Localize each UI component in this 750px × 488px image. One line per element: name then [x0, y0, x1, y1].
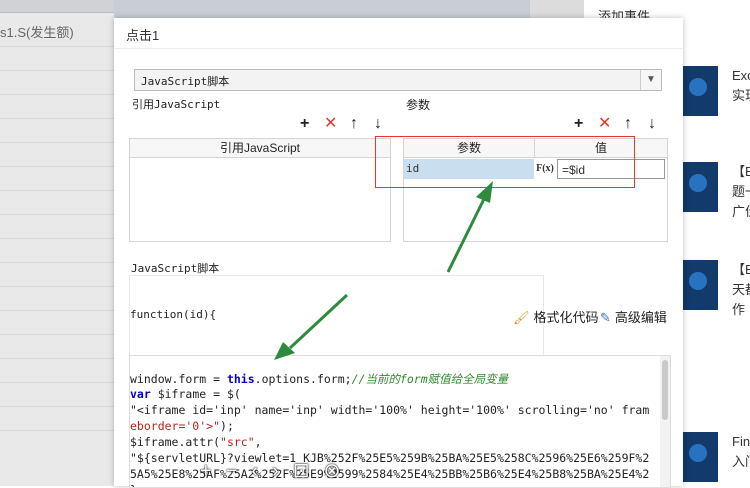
reset-icon[interactable]: ⊡	[293, 460, 324, 482]
arrow-head-params	[476, 181, 493, 203]
close-icon[interactable]: ⊗	[323, 460, 354, 482]
prev-icon[interactable]: ‹	[251, 460, 272, 482]
arrow-line-to-code	[288, 293, 349, 350]
viewer-controls: +−‹›⊡⊗	[200, 458, 470, 484]
annotation-arrows	[274, 181, 493, 360]
next-icon[interactable]: ›	[272, 460, 293, 482]
arrow-line-to-params	[446, 198, 486, 273]
zoom-out-icon[interactable]: −	[226, 460, 252, 482]
zoom-in-icon[interactable]: +	[200, 460, 226, 482]
